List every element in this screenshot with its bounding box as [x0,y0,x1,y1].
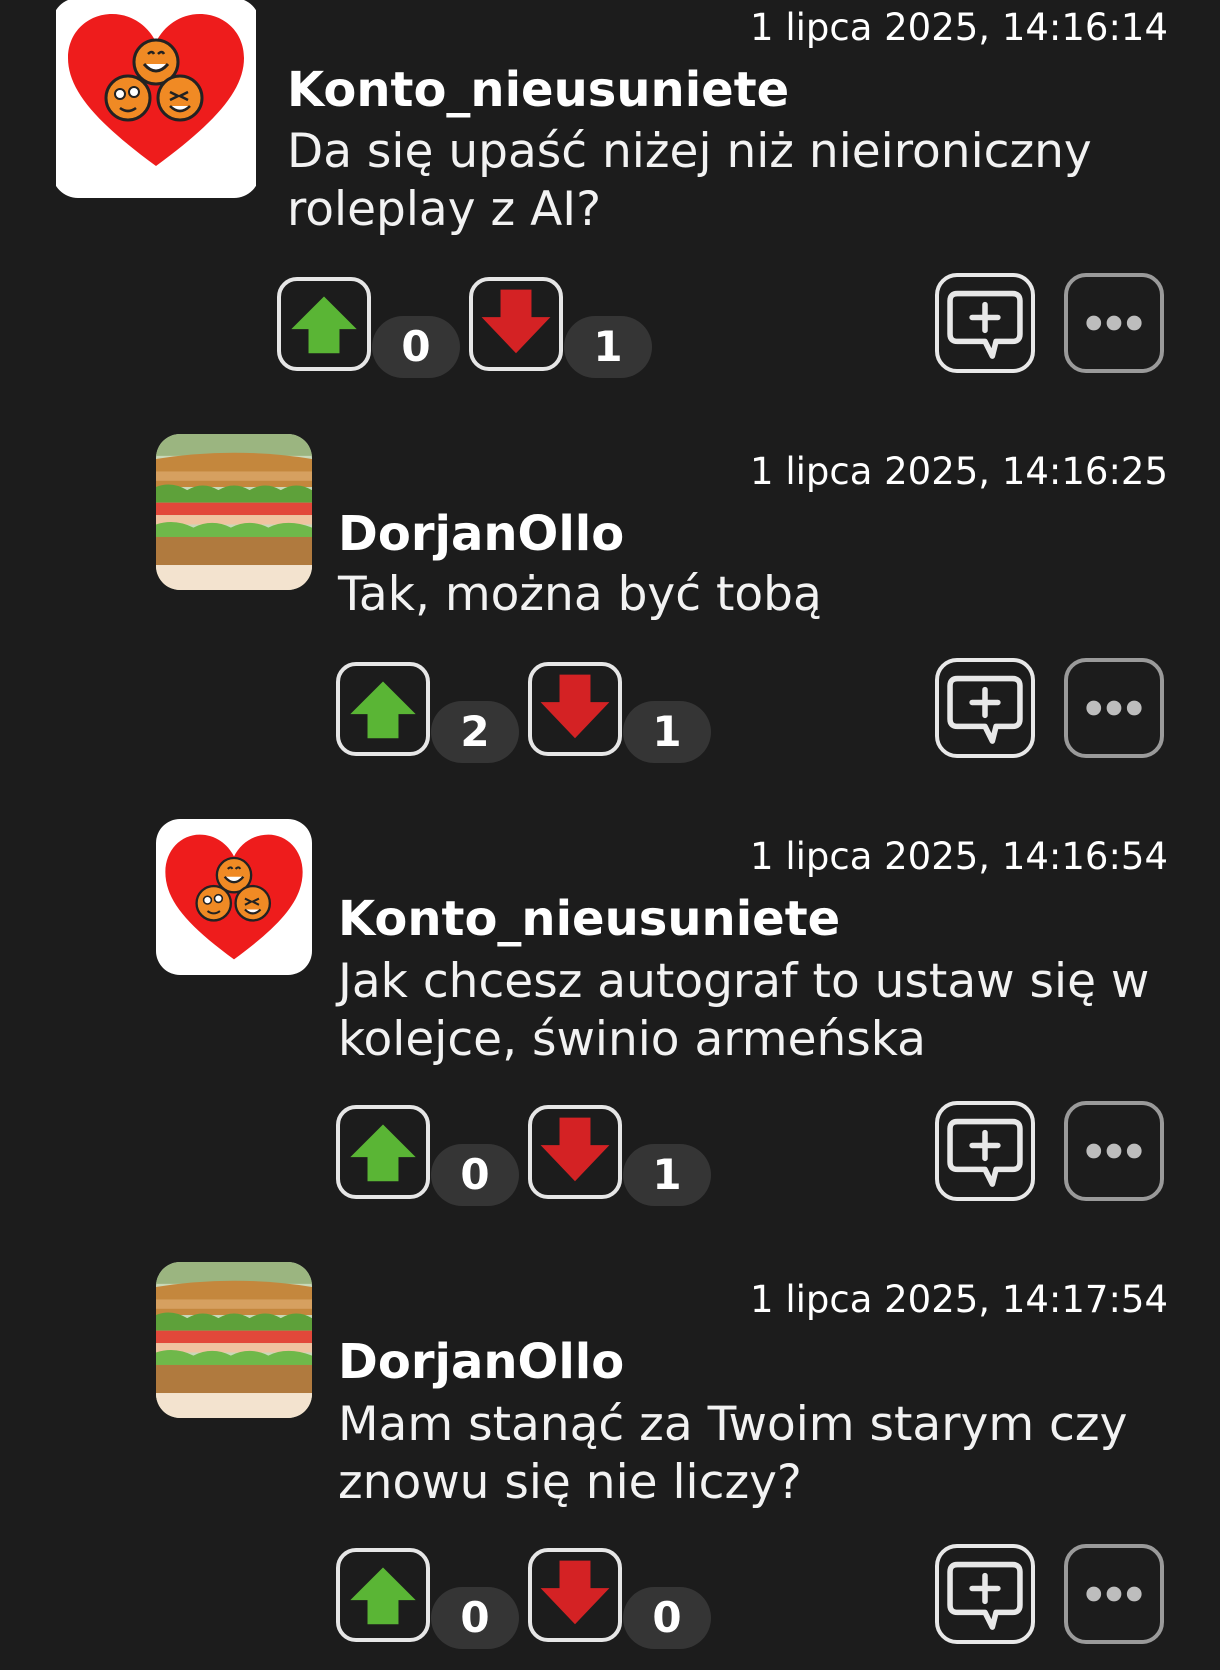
post-message: Mam stanąć za Twoim starym czy znowu się… [338,1397,1128,1510]
sandwich-icon [156,434,312,590]
upvote-count: 0 [431,1144,519,1206]
reply-button[interactable] [935,273,1035,373]
post-timestamp: 1 lipca 2025, 14:17:54 [750,1278,1168,1321]
reply-button[interactable] [935,658,1035,758]
arrow-down-icon [481,289,551,354]
user-avatar[interactable] [156,1262,312,1418]
arrow-up-icon [350,681,416,739]
add-comment-icon [947,1118,1023,1187]
arrow-down-icon [540,1117,610,1182]
post-username[interactable]: DorjanOllo [338,506,624,562]
upvote-button[interactable] [277,277,371,371]
downvote-button[interactable] [528,1105,622,1199]
downvote-count: 1 [564,316,652,378]
more-dots-icon [1086,1586,1142,1602]
more-dots-icon [1086,315,1142,331]
downvote-button[interactable] [469,277,563,371]
more-options-button[interactable] [1064,658,1164,758]
arrow-down-icon [540,674,610,739]
reply-button[interactable] [935,1101,1035,1201]
arrow-up-icon [291,296,357,354]
more-dots-icon [1086,700,1142,716]
upvote-button[interactable] [336,1105,430,1199]
upvote-count: 0 [431,1587,519,1649]
post-message: Tak, można być tobą [338,567,822,622]
post-timestamp: 1 lipca 2025, 14:16:14 [750,6,1168,49]
user-avatar[interactable] [52,0,260,198]
post-timestamp: 1 lipca 2025, 14:16:54 [750,835,1168,878]
add-comment-icon [947,675,1023,744]
post-message: Jak chcesz autograf to ustaw się w kolej… [338,954,1150,1067]
arrow-down-icon [540,1560,610,1625]
upvote-count: 0 [372,316,460,378]
more-options-button[interactable] [1064,1101,1164,1201]
heart-smileys-icon [156,819,312,975]
downvote-button[interactable] [528,1548,622,1642]
downvote-count: 0 [623,1587,711,1649]
upvote-button[interactable] [336,1548,430,1642]
upvote-count: 2 [431,701,519,763]
more-options-button[interactable] [1064,1544,1164,1644]
post-username[interactable]: Konto_nieusuniete [338,891,840,947]
downvote-button[interactable] [528,662,622,756]
upvote-button[interactable] [336,662,430,756]
downvote-count: 1 [623,1144,711,1206]
downvote-count: 1 [623,701,711,763]
more-options-button[interactable] [1064,273,1164,373]
arrow-up-icon [350,1124,416,1182]
sandwich-icon [156,1262,312,1418]
add-comment-icon [947,290,1023,359]
user-avatar[interactable] [156,434,312,590]
post-username[interactable]: DorjanOllo [338,1334,624,1390]
post-username[interactable]: Konto_nieusuniete [287,62,789,118]
reply-button[interactable] [935,1544,1035,1644]
more-dots-icon [1086,1143,1142,1159]
post-message: Da się upaść niżej niż nieironiczny role… [287,124,1092,237]
heart-smileys-icon [56,0,256,198]
add-comment-icon [947,1561,1023,1630]
post-timestamp: 1 lipca 2025, 14:16:25 [750,450,1168,493]
arrow-up-icon [350,1567,416,1625]
user-avatar[interactable] [156,819,312,975]
